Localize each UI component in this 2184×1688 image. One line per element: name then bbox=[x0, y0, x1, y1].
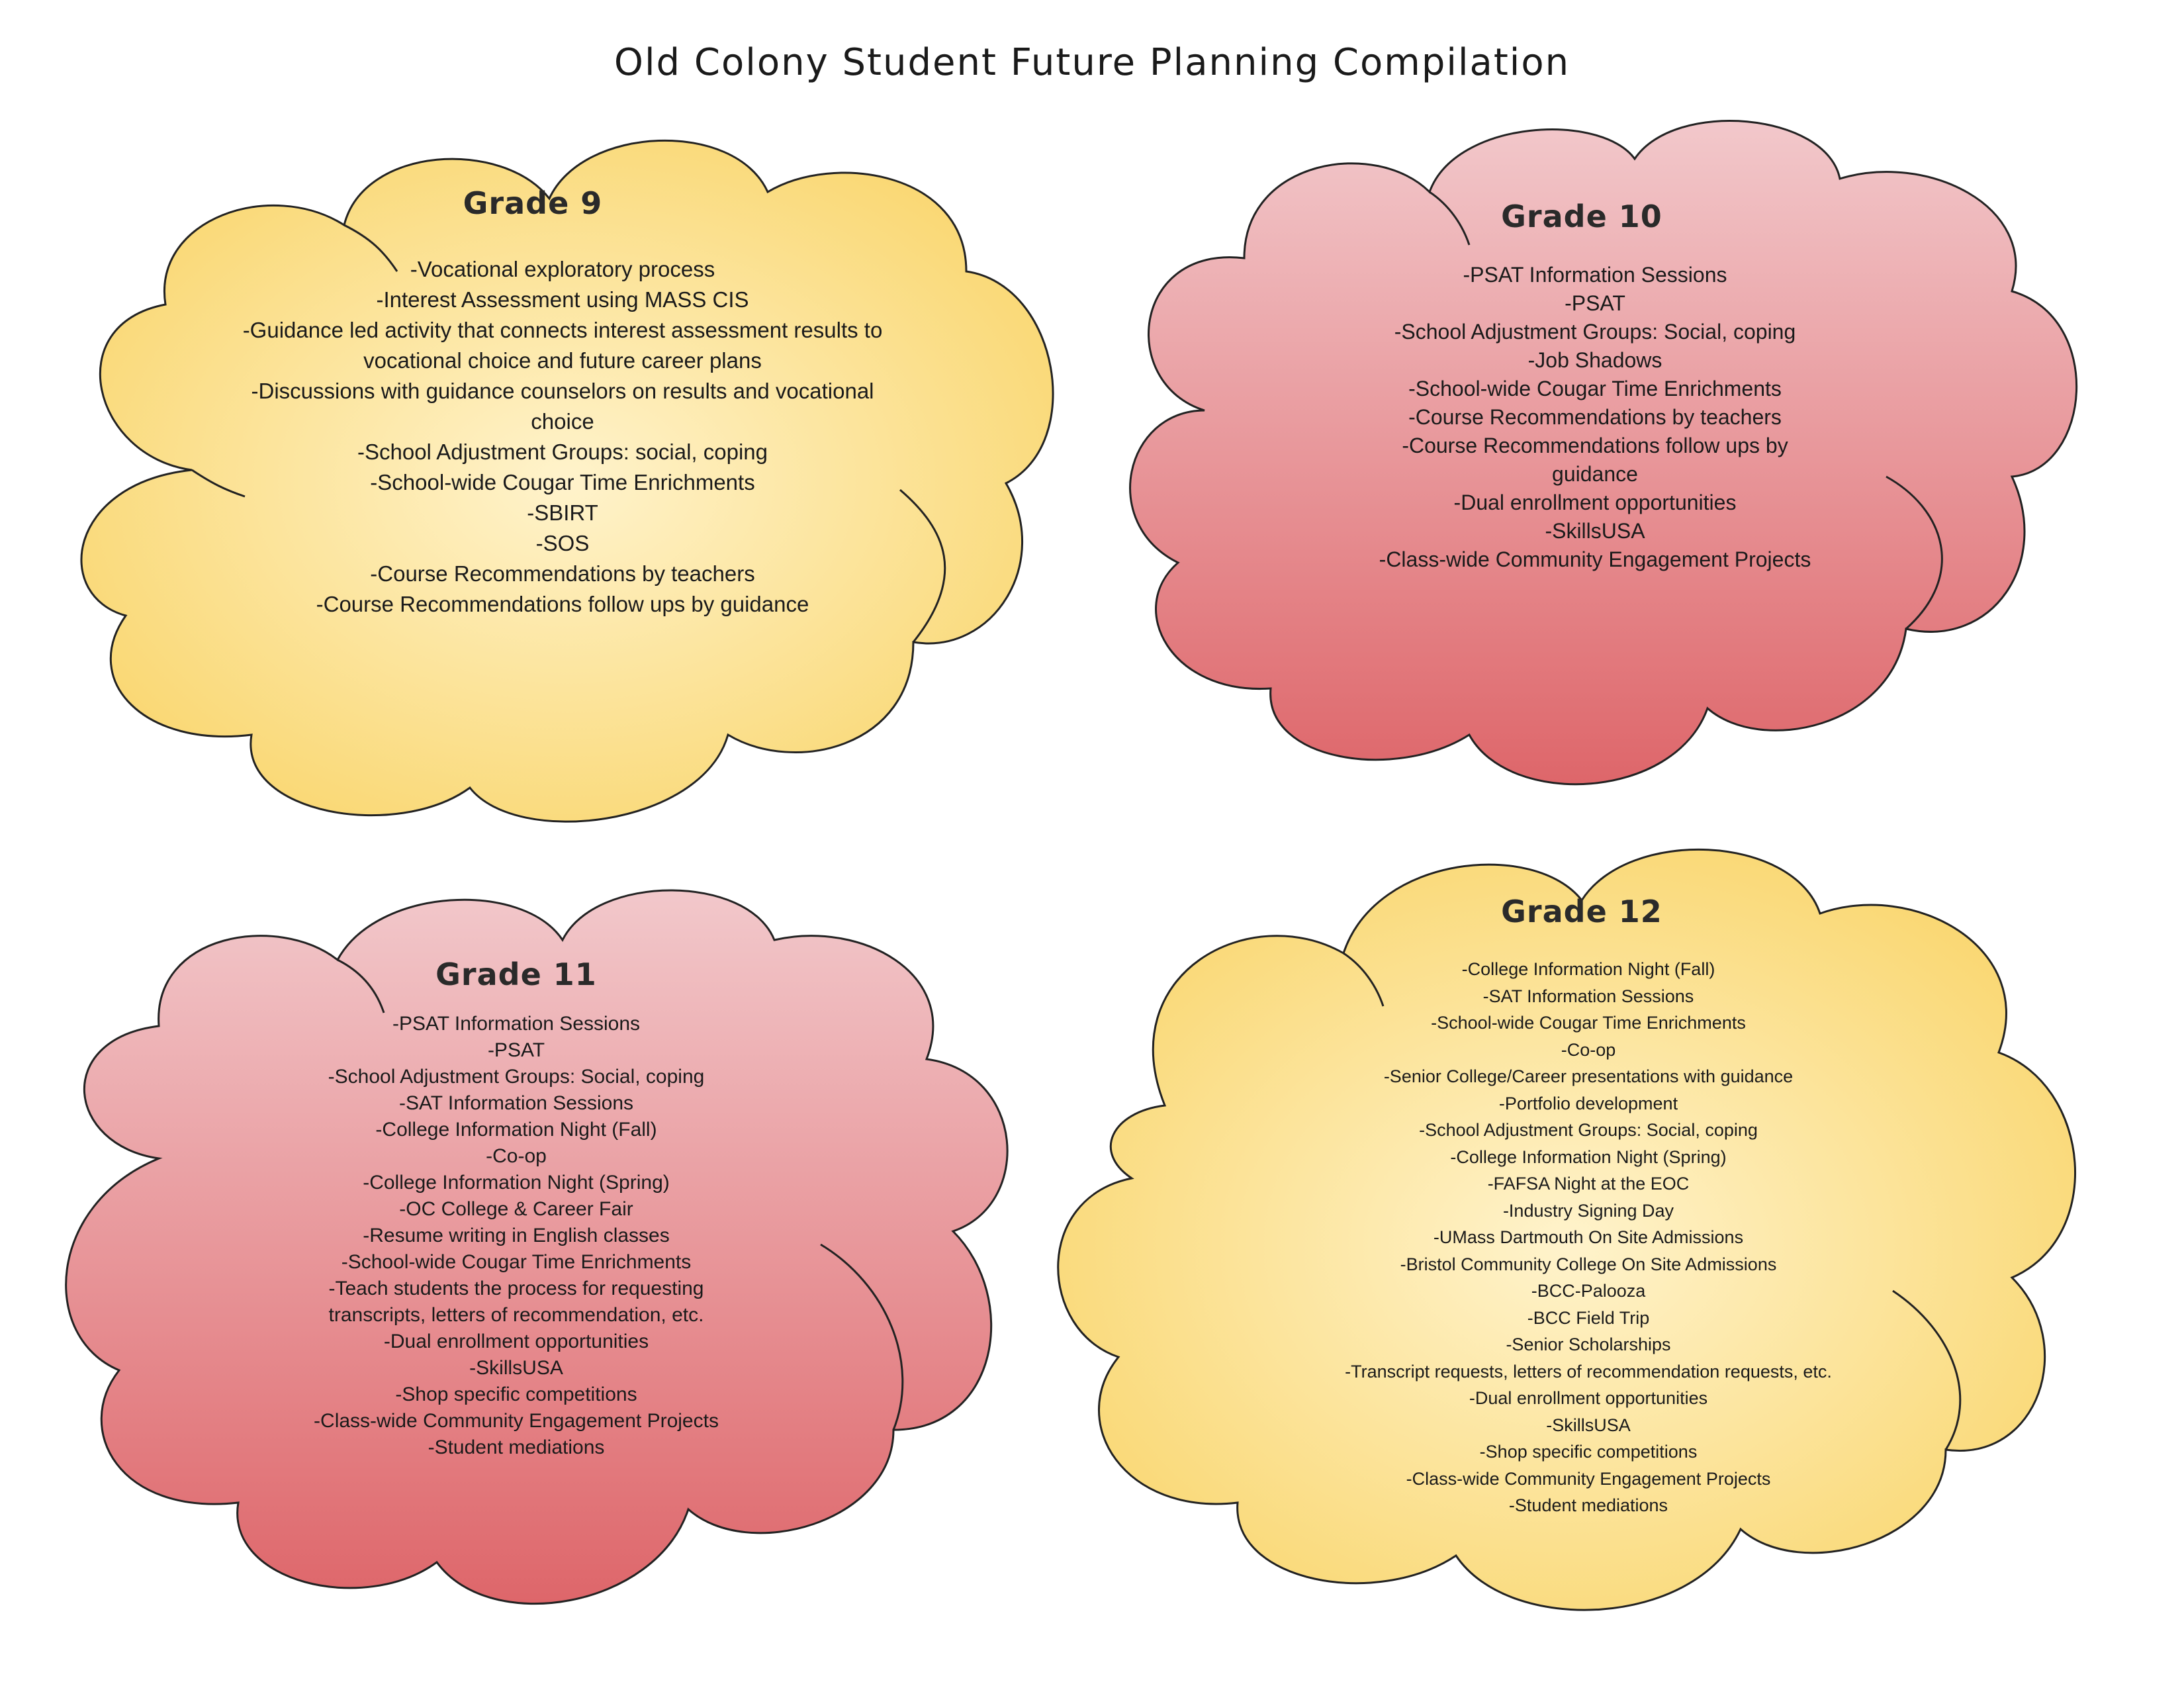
list-item: vocational choice and future career plan… bbox=[363, 348, 762, 373]
list-item: -Course Recommendations follow ups by gu… bbox=[316, 592, 809, 616]
list-item: -Class-wide Community Engagement Project… bbox=[1406, 1468, 1771, 1489]
list-item: -Senior Scholarships bbox=[1506, 1335, 1671, 1354]
list-item: -Course Recommendations by teachers bbox=[1408, 405, 1782, 429]
page-title: Old Colony Student Future Planning Compi… bbox=[614, 41, 1570, 84]
list-item: -Vocational exploratory process bbox=[410, 257, 715, 281]
grade-10-title: Grade 10 bbox=[1501, 199, 1662, 234]
grade-12-list: -College Information Night (Fall) -SAT I… bbox=[1231, 956, 1946, 1519]
list-item: -Industry Signing Day bbox=[1502, 1200, 1674, 1221]
list-item: -UMass Dartmouth On Site Admissions bbox=[1433, 1227, 1744, 1247]
grade-11-title: Grade 11 bbox=[435, 957, 597, 992]
list-item: -Student mediations bbox=[428, 1436, 605, 1458]
list-item: -Guidance led activity that connects int… bbox=[242, 318, 883, 342]
list-item: -College Information Night (Fall) bbox=[1461, 959, 1715, 979]
list-item: -OC College & Career Fair bbox=[399, 1198, 633, 1220]
list-item: -Shop specific competitions bbox=[1479, 1442, 1698, 1462]
list-item: -Job Shadows bbox=[1527, 348, 1662, 372]
list-item: -PSAT Information Sessions bbox=[392, 1013, 641, 1035]
list-item: -SBIRT bbox=[527, 500, 598, 525]
list-item: -School Adjustment Groups: Social, copin… bbox=[1394, 320, 1796, 344]
grade-10-content: Grade 10 -PSAT Information Sessions -PSA… bbox=[1264, 199, 1926, 574]
grade-11-content: Grade 11 -PSAT Information Sessions -PSA… bbox=[185, 957, 847, 1461]
grade-9-title: Grade 9 bbox=[463, 185, 603, 221]
list-item: -College Information Night (Fall) bbox=[375, 1119, 657, 1141]
list-item: -School-wide Cougar Time Enrichments bbox=[1408, 377, 1782, 400]
list-item: -SOS bbox=[535, 531, 590, 555]
list-item: -Teach students the process for requesti… bbox=[328, 1278, 704, 1299]
list-item: -Senior College/Career presentations wit… bbox=[1383, 1066, 1794, 1086]
list-item: -College Information Night (Spring) bbox=[1450, 1147, 1727, 1167]
list-item: -Co-op bbox=[1561, 1039, 1616, 1060]
list-item: -Dual enrollment opportunities bbox=[383, 1331, 649, 1352]
list-item: -Co-op bbox=[486, 1145, 547, 1167]
grade-12-title: Grade 12 bbox=[1501, 894, 1662, 929]
grade-12-content: Grade 12 -College Information Night (Fal… bbox=[1231, 894, 1946, 1519]
grade-12-cloud: Grade 12 -College Information Night (Fal… bbox=[1032, 827, 2131, 1642]
list-item: transcripts, letters of recommendation, … bbox=[328, 1304, 704, 1326]
grade-9-list: -Vocational exploratory process -Interes… bbox=[172, 254, 953, 620]
grade-9-cloud: Grade 9 -Vocational exploratory process … bbox=[53, 113, 1072, 854]
list-item: -SAT Information Sessions bbox=[398, 1092, 634, 1114]
grade-11-list: -PSAT Information Sessions -PSAT -School… bbox=[185, 1011, 847, 1461]
list-item: -SAT Information Sessions bbox=[1482, 986, 1694, 1006]
list-item: -SkillsUSA bbox=[469, 1357, 563, 1379]
list-item: choice bbox=[531, 409, 594, 434]
list-item: -Class-wide Community Engagement Project… bbox=[1379, 547, 1811, 571]
grade-11-cloud: Grade 11 -PSAT Information Sessions -PSA… bbox=[46, 861, 1039, 1642]
list-item: -PSAT Information Sessions bbox=[1463, 263, 1727, 287]
list-item: -Dual enrollment opportunities bbox=[1453, 491, 1737, 514]
list-item: guidance bbox=[1552, 462, 1638, 486]
list-item: -Dual enrollment opportunities bbox=[1469, 1388, 1708, 1408]
list-item: -College Information Night (Spring) bbox=[363, 1172, 670, 1194]
list-item: -School-wide Cougar Time Enrichments bbox=[370, 470, 755, 494]
list-item: -School-wide Cougar Time Enrichments bbox=[341, 1251, 692, 1273]
list-item: -Course Recommendations by teachers bbox=[370, 561, 755, 586]
list-item: -Resume writing in English classes bbox=[363, 1225, 670, 1246]
list-item: -Interest Assessment using MASS CIS bbox=[376, 287, 749, 312]
list-item: -PSAT bbox=[487, 1039, 545, 1061]
list-item: -Shop specific competitions bbox=[395, 1383, 637, 1405]
list-item: -BCC-Palooza bbox=[1531, 1281, 1646, 1301]
list-item: -SkillsUSA bbox=[1546, 1415, 1631, 1435]
grade-9-content: Grade 9 -Vocational exploratory process … bbox=[172, 185, 953, 620]
list-item: -Student mediations bbox=[1508, 1495, 1668, 1515]
list-item: -School Adjustment Groups: Social, copin… bbox=[328, 1066, 705, 1088]
list-item: -Course Recommendations follow ups by bbox=[1402, 434, 1788, 457]
list-item: -Class-wide Community Engagement Project… bbox=[314, 1410, 719, 1432]
list-item: -BCC Field Trip bbox=[1527, 1307, 1650, 1328]
list-item: -School Adjustment Groups: social, copin… bbox=[357, 440, 768, 464]
grade-10-cloud: Grade 10 -PSAT Information Sessions -PSA… bbox=[1112, 99, 2078, 808]
list-item: -School-wide Cougar Time Enrichments bbox=[1431, 1013, 1746, 1033]
list-item: -Bristol Community College On Site Admis… bbox=[1400, 1254, 1777, 1274]
list-item: -Discussions with guidance counselors on… bbox=[251, 379, 874, 403]
list-item: -Portfolio development bbox=[1498, 1093, 1678, 1113]
grade-10-list: -PSAT Information Sessions -PSAT -School… bbox=[1264, 261, 1926, 574]
list-item: -SkillsUSA bbox=[1545, 519, 1645, 543]
list-item: -PSAT bbox=[1565, 291, 1625, 315]
list-item: -Transcript requests, letters of recomme… bbox=[1345, 1361, 1832, 1382]
list-item: -FAFSA Night at the EOC bbox=[1487, 1174, 1690, 1194]
list-item: -School Adjustment Groups: Social, copin… bbox=[1419, 1120, 1758, 1140]
